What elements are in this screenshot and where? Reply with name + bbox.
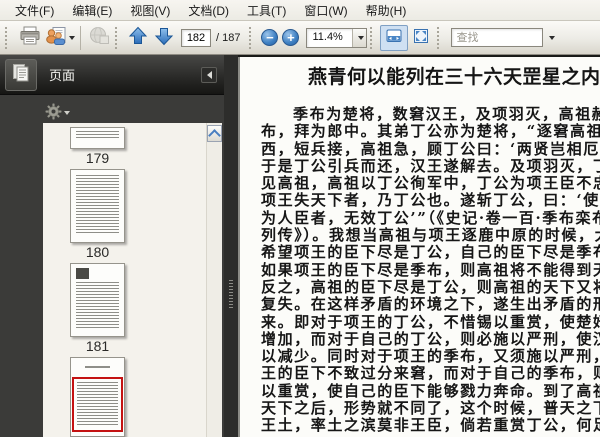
print-button[interactable]: [15, 24, 45, 52]
next-page-button[interactable]: [151, 24, 177, 52]
text-line: 复失。在这样矛盾的环境之下，遂生出矛盾的刑赏: [261, 296, 600, 314]
text-line: 列传》）。我想当高祖与项王逐鹿中原的时候，大约: [261, 227, 600, 245]
document-title: 燕青何以能列在三十六天罡星之内: [308, 66, 600, 88]
content-area: 页面 179 180 181 燕青何以能列在三十六天罡星之内 季布为楚将，数窘汉…: [0, 55, 600, 437]
document-view[interactable]: 燕青何以能列在三十六天罡星之内 季布为楚将，数窘汉王，及项羽灭，高祖赦季 布，拜…: [238, 55, 600, 437]
pages-panel-tab[interactable]: [5, 58, 37, 91]
chevron-up-icon: [208, 128, 221, 142]
thumbnail-page-179[interactable]: 179: [70, 127, 125, 169]
text-line: 见高祖，高祖以丁公徇军中，丁公为项王臣不忠，使: [261, 175, 600, 193]
thumbnails-viewport: 179 180 181: [43, 123, 222, 437]
menu-window[interactable]: 窗口(W): [295, 0, 356, 21]
text-line: 王土，率土之滨莫非王臣，倘若重赏丁公，何足以警: [261, 417, 600, 435]
toolbar-separator: [115, 26, 122, 49]
toolbar-separator: [80, 25, 81, 50]
zoom-level-value: 11.4%: [312, 30, 343, 43]
chevron-down-icon: [357, 35, 364, 40]
menu-document[interactable]: 文档(D): [179, 0, 238, 21]
text-line: 王的臣下不致过分来窘，而对于自己的季布，则须锡: [261, 365, 600, 383]
menu-tools[interactable]: 工具(T): [238, 0, 295, 21]
menu-file[interactable]: 文件(F): [6, 0, 63, 21]
fit-width-icon: [385, 27, 403, 48]
thumbnail-page-181[interactable]: 181: [70, 263, 125, 357]
text-line: 季布为楚将，数窘汉王，及项羽灭，高祖赦季: [293, 106, 600, 123]
menu-edit[interactable]: 编辑(E): [63, 0, 121, 21]
thumbnail-image: [70, 357, 125, 437]
share-review-button: [86, 24, 112, 52]
thumbnails-scrollbar[interactable]: [206, 123, 222, 437]
zoom-out-button[interactable]: −: [261, 29, 279, 46]
splitter-grip-icon: [229, 280, 233, 310]
collapse-panel-button[interactable]: [201, 66, 217, 83]
page-number-input[interactable]: [181, 28, 211, 47]
text-line: 西，短兵接，高祖急，顾丁公曰：‘两贤岂相厄哉?’: [261, 140, 600, 158]
thumbnails-options-bar: [43, 101, 72, 125]
toolbar: / 187 − + 11.4%: [0, 21, 600, 55]
fit-width-button[interactable]: [380, 24, 409, 51]
scroll-up-button[interactable]: [207, 125, 222, 142]
thumbnail-image: [70, 263, 125, 337]
thumbnail-page-182-current[interactable]: [70, 357, 125, 437]
text-line: 布，拜为郎中。其弟丁公亦为楚将，“逐窘高祖彭城: [261, 123, 600, 141]
document-body: 季布为楚将，数窘汉王，及项羽灭，高祖赦季 布，拜为郎中。其弟丁公亦为楚将，“逐窘…: [240, 106, 600, 435]
chevron-down-icon: [548, 35, 555, 40]
printer-icon: [19, 26, 41, 49]
thumbnail-image: [70, 169, 125, 243]
thumbnail-page-number: 179: [85, 150, 110, 166]
menu-bar: 文件(F) 编辑(E) 视图(V) 文档(D) 工具(T) 窗口(W) 帮助(H…: [0, 0, 600, 21]
text-line: 增加，而对于自己的丁公，则必施以严刑，使汉奸可: [261, 330, 600, 348]
text-line: 反之，高祖的臣下尽是丁公，则高祖的天下又将得而: [261, 278, 600, 296]
thumbnail-page-number: 180: [85, 244, 110, 260]
zoom-level-select[interactable]: 11.4%: [306, 27, 368, 48]
panel-splitter[interactable]: [224, 55, 238, 437]
chevron-left-icon: [206, 70, 212, 79]
text-line: 以减少。同时对于项王的季布，又须施以严刑，使项: [261, 348, 600, 366]
fit-page-button[interactable]: [408, 24, 434, 52]
collaborate-button[interactable]: [45, 24, 75, 52]
text-line: 来。即对于项王的丁公，不惜锡以重赏，使楚奸可以: [261, 313, 600, 331]
toolbar-separator: [5, 26, 12, 49]
text-line: 于是丁公引兵而还，汉王遂解去。及项羽灭，丁公谒: [261, 157, 600, 175]
pdf-reader-window: 文件(F) 编辑(E) 视图(V) 文档(D) 工具(T) 窗口(W) 帮助(H…: [0, 0, 600, 437]
toolbar-separator: [370, 26, 377, 49]
text-line: 如果项王的臣下尽是季布，则高祖将不能得到天下；: [261, 261, 600, 279]
arrow-up-icon: [128, 26, 148, 49]
zoom-dropdown-segment[interactable]: [352, 28, 367, 47]
collaborate-people-icon: [45, 26, 67, 49]
panel-title: 页面: [49, 68, 76, 83]
page-total-label: / 187: [216, 31, 241, 44]
menu-view[interactable]: 视图(V): [121, 0, 179, 21]
globe-document-icon: [89, 26, 110, 49]
text-line: 以重赏，使自己的臣下能够戮力奔命。到了高祖得到: [261, 382, 600, 400]
pages-panel-header: 页面: [0, 55, 224, 95]
thumbnail-list: 179 180 181: [43, 123, 207, 437]
text-line: 天下之后，形势就不同了，这个时候，普天之下莫非: [261, 400, 600, 418]
document-page: 燕青何以能列在三十六天罡星之内 季布为楚将，数窘汉王，及项羽灭，高祖赦季 布，拜…: [240, 57, 600, 437]
text-line: 希望项王的臣下尽是丁公，自己的臣下尽是季布吧！: [261, 244, 600, 262]
thumbnail-page-180[interactable]: 180: [70, 169, 125, 263]
arrow-down-icon: [154, 26, 174, 49]
find-box: [451, 28, 558, 47]
chevron-down-icon: [64, 111, 70, 115]
zoom-in-button[interactable]: +: [282, 29, 300, 46]
previous-page-button[interactable]: [125, 24, 151, 52]
fit-page-icon: [412, 27, 430, 48]
gear-icon: [45, 103, 62, 123]
menu-help[interactable]: 帮助(H): [357, 0, 416, 21]
text-line: 项王失天下者，乃丁公也。遂斩丁公，曰：‘使后世: [261, 192, 600, 210]
toolbar-separator: [249, 26, 256, 49]
thumbnail-options-button[interactable]: [43, 101, 72, 125]
navigation-pane: 页面 179 180 181: [0, 55, 224, 437]
pages-icon: [11, 63, 31, 86]
collaborate-dropdown-arrow: [69, 35, 75, 40]
text-line: 为人臣者，无效丁公’”（《史记·卷一百·季布栾布: [261, 209, 600, 227]
thumbnail-figure: [76, 268, 89, 279]
toolbar-separator: [437, 26, 444, 49]
thumbnail-image: [70, 127, 125, 149]
find-input[interactable]: [451, 28, 544, 47]
thumbnail-page-number: 181: [85, 338, 110, 354]
current-view-highlight[interactable]: [72, 377, 123, 432]
find-dropdown-button[interactable]: [543, 28, 558, 47]
